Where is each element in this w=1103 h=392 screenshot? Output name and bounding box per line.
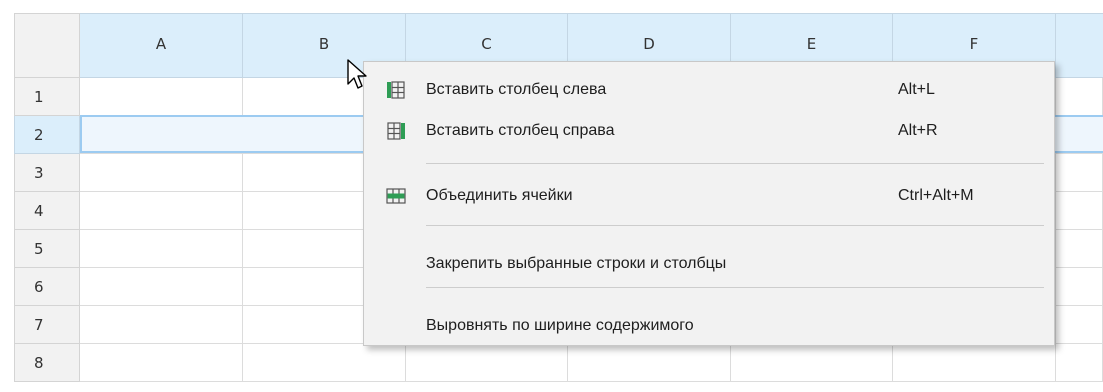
grid-cell[interactable]: [1056, 306, 1103, 344]
menu-separator: [426, 163, 1044, 164]
grid-cell[interactable]: [1056, 230, 1103, 268]
row-header-6[interactable]: 6: [14, 268, 80, 306]
menu-item-insert-column-left[interactable]: Вставить столбец слева Alt+L: [364, 72, 1054, 108]
menu-item-label: Закрепить выбранные строки и столбцы: [426, 255, 727, 272]
menu-item-label: Объединить ячейки: [426, 187, 573, 204]
row-header-3[interactable]: 3: [14, 154, 80, 192]
select-all-corner[interactable]: [14, 13, 80, 78]
menu-item-shortcut: Alt+R: [898, 122, 938, 139]
row-header-4[interactable]: 4: [14, 192, 80, 230]
column-header-a[interactable]: A: [80, 13, 243, 78]
context-menu: Вставить столбец слева Alt+L Вставить ст…: [363, 61, 1055, 346]
grid-cell[interactable]: [1056, 192, 1103, 230]
row-header-2[interactable]: 2: [14, 116, 80, 154]
menu-item-label: Вставить столбец слева: [426, 81, 607, 98]
grid-cell[interactable]: [406, 344, 568, 382]
row-header-1[interactable]: 1: [14, 78, 80, 116]
grid-cell[interactable]: [731, 344, 893, 382]
row-header-8[interactable]: 8: [14, 344, 80, 382]
insert-column-left-icon: [387, 81, 405, 99]
menu-item-label: Вставить столбец справа: [426, 122, 615, 139]
menu-item-merge-cells[interactable]: Объединить ячейки Ctrl+Alt+M: [364, 178, 1054, 214]
menu-item-shortcut: Alt+L: [898, 81, 935, 98]
grid-cell[interactable]: [1056, 78, 1103, 116]
column-header-g[interactable]: [1056, 13, 1103, 78]
menu-separator: [426, 287, 1044, 288]
grid-cell[interactable]: [80, 78, 243, 116]
menu-separator: [426, 225, 1044, 226]
menu-item-insert-column-right[interactable]: Вставить столбец справа Alt+R: [364, 113, 1054, 149]
grid-cell[interactable]: [1056, 154, 1103, 192]
menu-item-shortcut: Ctrl+Alt+M: [898, 187, 974, 204]
row-header-7[interactable]: 7: [14, 306, 80, 344]
row-header-5[interactable]: 5: [14, 230, 80, 268]
grid-cell[interactable]: [1056, 268, 1103, 306]
menu-item-label: Выровнять по ширине содержимого: [426, 317, 694, 334]
mouse-pointer-icon: [347, 59, 367, 89]
grid-cell[interactable]: [568, 344, 731, 382]
menu-item-freeze-rows-columns[interactable]: Закрепить выбранные строки и столбцы: [364, 246, 1054, 282]
grid-cell[interactable]: [80, 154, 243, 192]
grid-cell[interactable]: [80, 344, 243, 382]
grid-cell[interactable]: [80, 230, 243, 268]
insert-column-right-icon: [387, 122, 405, 140]
grid-cell[interactable]: [893, 344, 1056, 382]
grid-cell[interactable]: [243, 344, 406, 382]
grid-cell[interactable]: [80, 192, 243, 230]
grid-cell[interactable]: [1056, 344, 1103, 382]
grid-cell[interactable]: [80, 268, 243, 306]
grid-cell[interactable]: [80, 306, 243, 344]
merge-cells-icon: [386, 188, 406, 204]
menu-item-autofit-width[interactable]: Выровнять по ширине содержимого: [364, 308, 1054, 344]
